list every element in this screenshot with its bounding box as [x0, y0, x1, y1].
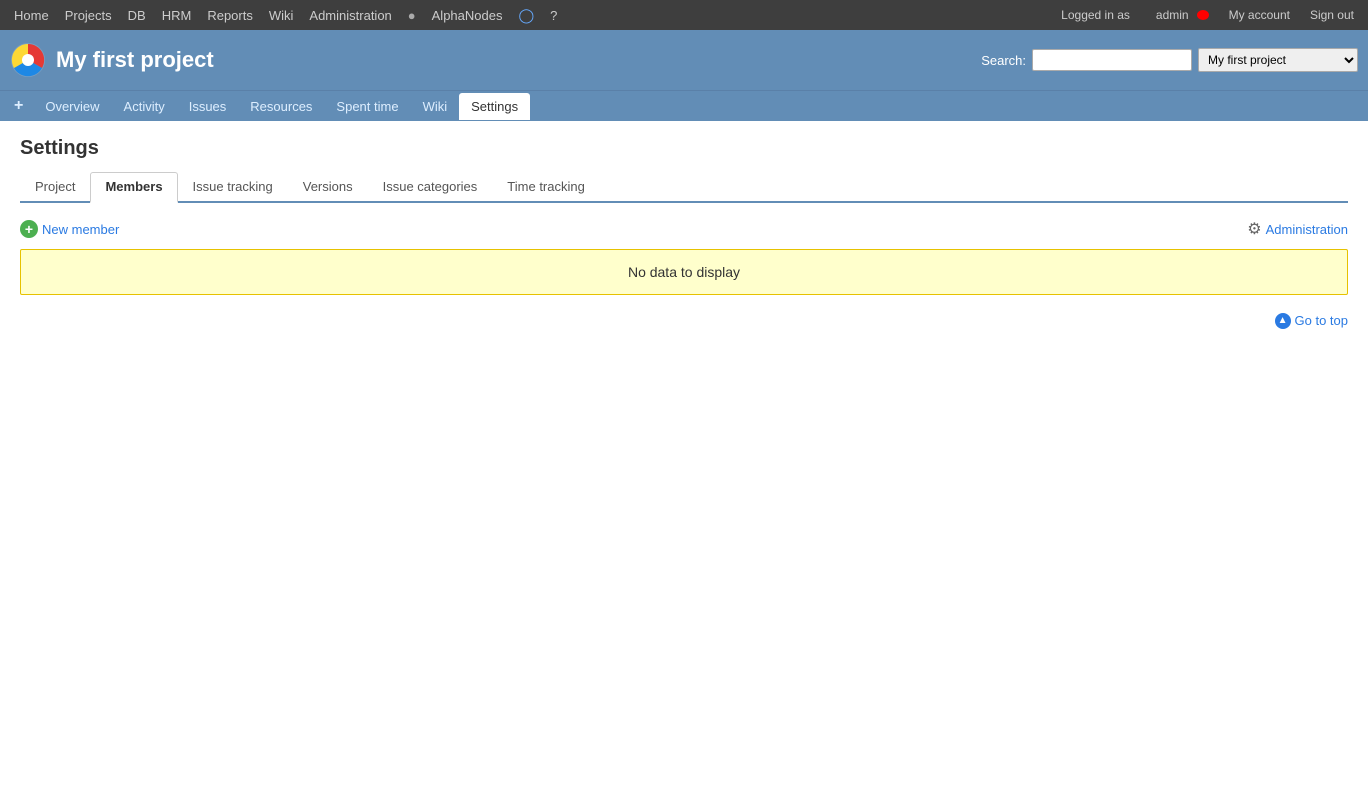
hrm-link[interactable]: HRM: [156, 8, 198, 23]
nav-wiki[interactable]: Wiki: [411, 93, 460, 120]
search-input[interactable]: [1032, 49, 1192, 71]
help-link[interactable]: ?: [544, 8, 563, 23]
reports-link[interactable]: Reports: [201, 8, 259, 23]
nav-overview[interactable]: Overview: [33, 93, 111, 120]
my-account-link[interactable]: My account: [1223, 8, 1296, 22]
go-to-top-label: Go to top: [1295, 313, 1348, 328]
top-nav-left: Home Projects DB HRM Reports Wiki Admini…: [8, 7, 563, 24]
new-member-label: New member: [42, 222, 119, 237]
tab-project[interactable]: Project: [20, 172, 90, 201]
top-nav-right: Logged in as admin My account Sign out: [1055, 8, 1360, 22]
admin-badge: [1197, 10, 1209, 20]
projects-link[interactable]: Projects: [59, 8, 118, 23]
search-area: Search: My first project: [981, 48, 1358, 72]
no-data-text: No data to display: [628, 264, 740, 280]
search-scope-select[interactable]: My first project: [1198, 48, 1358, 72]
project-title: My first project: [56, 47, 214, 73]
alphanodes-link[interactable]: AlphaNodes: [426, 8, 509, 23]
tab-issue-tracking[interactable]: Issue tracking: [178, 172, 288, 201]
go-to-top-icon: ▲: [1275, 313, 1291, 329]
logged-in-label: Logged in as: [1055, 8, 1136, 22]
new-member-icon: +: [20, 220, 38, 238]
nav-spent-time[interactable]: Spent time: [324, 93, 410, 120]
tab-time-tracking[interactable]: Time tracking: [492, 172, 600, 201]
no-data-banner: No data to display: [20, 249, 1348, 295]
administration-label: Administration: [1266, 222, 1348, 237]
user-profile-link[interactable]: admin: [1144, 8, 1215, 22]
main-content: Settings Project Members Issue tracking …: [0, 121, 1368, 345]
project-logo: [10, 42, 46, 78]
wiki-link[interactable]: Wiki: [263, 8, 300, 23]
project-header: My first project Search: My first projec…: [0, 30, 1368, 90]
nav-activity[interactable]: Activity: [112, 93, 177, 120]
gear-icon: ⚙: [1247, 219, 1261, 239]
home-link[interactable]: Home: [8, 8, 55, 23]
search-label: Search:: [981, 53, 1026, 68]
tab-versions[interactable]: Versions: [288, 172, 368, 201]
nav-settings[interactable]: Settings: [459, 93, 530, 120]
nav-issues[interactable]: Issues: [177, 93, 239, 120]
administration-link[interactable]: ⚙ Administration: [1247, 219, 1348, 239]
tab-members[interactable]: Members: [90, 172, 177, 203]
alphanodes-icon: ◯: [512, 7, 540, 24]
go-to-top: ▲ Go to top: [20, 311, 1348, 329]
new-member-link[interactable]: + New member: [20, 220, 119, 238]
nav-plus[interactable]: +: [4, 91, 33, 121]
settings-tabs: Project Members Issue tracking Versions …: [20, 172, 1348, 203]
page-title: Settings: [20, 137, 1348, 160]
sign-out-link[interactable]: Sign out: [1304, 8, 1360, 22]
db-link[interactable]: DB: [122, 8, 152, 23]
tab-issue-categories[interactable]: Issue categories: [368, 172, 493, 201]
project-subnav: + Overview Activity Issues Resources Spe…: [0, 90, 1368, 121]
nav-resources[interactable]: Resources: [238, 93, 324, 120]
go-to-top-link[interactable]: ▲ Go to top: [1275, 313, 1348, 329]
action-row: + New member ⚙ Administration: [20, 219, 1348, 239]
project-title-area: My first project: [10, 42, 214, 78]
top-navigation: Home Projects DB HRM Reports Wiki Admini…: [0, 0, 1368, 30]
administration-link[interactable]: Administration: [303, 8, 397, 23]
